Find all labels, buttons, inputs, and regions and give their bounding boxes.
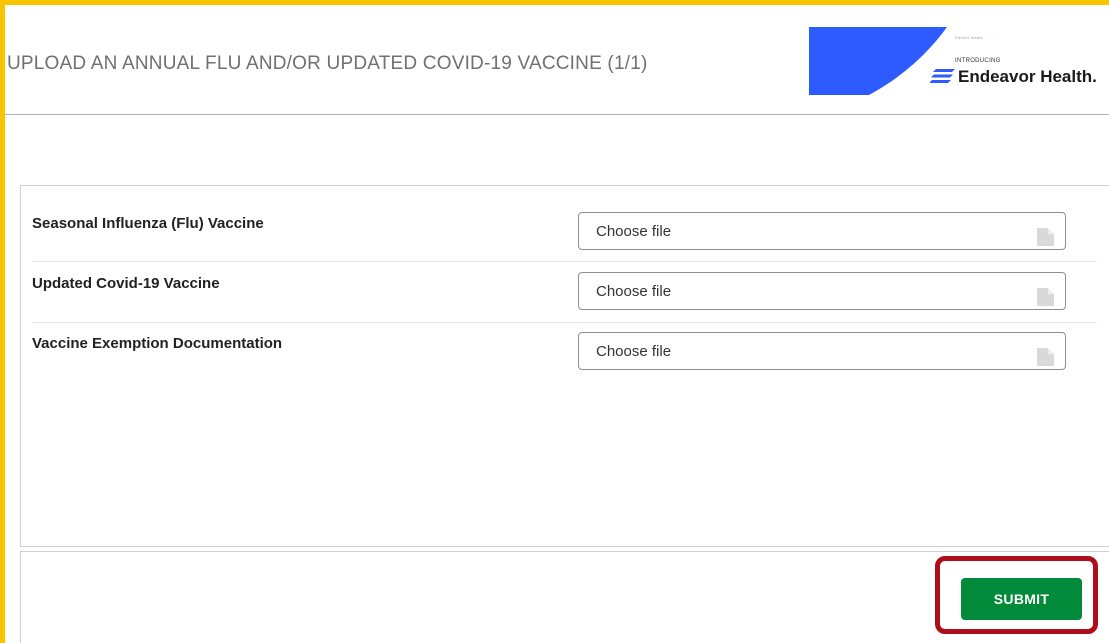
logo-partner-marks: Partner marks · · · · · [955,35,997,40]
logo-blue-shape [809,27,947,95]
row-divider [32,261,1097,262]
submit-button[interactable]: SUBMIT [961,578,1082,620]
file-input-text: Choose file [596,283,672,300]
page-title: UPLOAD AN ANNUAL FLU AND/OR UPDATED COVI… [7,53,648,74]
file-icon [1037,348,1054,366]
field-label-exemption: Vaccine Exemption Documentation [32,335,283,352]
file-icon [1037,228,1054,246]
endeavor-health-logo: Partner marks · · · · · INTRODUCING Ende… [809,27,1097,95]
page-header: UPLOAD AN ANNUAL FLU AND/OR UPDATED COVI… [5,5,1109,115]
logo-name: Endeavor Health. [958,67,1097,86]
field-label-flu: Seasonal Influenza (Flu) Vaccine [32,215,264,232]
field-label-covid: Updated Covid-19 Vaccine [32,275,220,292]
form-row-covid: Updated Covid-19 Vaccine Choose file [32,272,1102,335]
form-row-exemption: Vaccine Exemption Documentation Choose f… [32,332,1102,395]
form-row-flu: Seasonal Influenza (Flu) Vaccine Choose … [32,212,1102,275]
file-input-flu[interactable]: Choose file [578,212,1066,250]
file-input-text: Choose file [596,223,672,240]
file-input-exemption[interactable]: Choose file [578,332,1066,370]
file-icon [1037,288,1054,306]
file-input-text: Choose file [596,343,672,360]
page-frame: UPLOAD AN ANNUAL FLU AND/OR UPDATED COVI… [5,5,1109,643]
file-input-covid[interactable]: Choose file [578,272,1066,310]
row-divider [32,322,1097,323]
endeavor-mark-icon [930,69,955,83]
logo-intro-text: INTRODUCING [955,58,1001,64]
